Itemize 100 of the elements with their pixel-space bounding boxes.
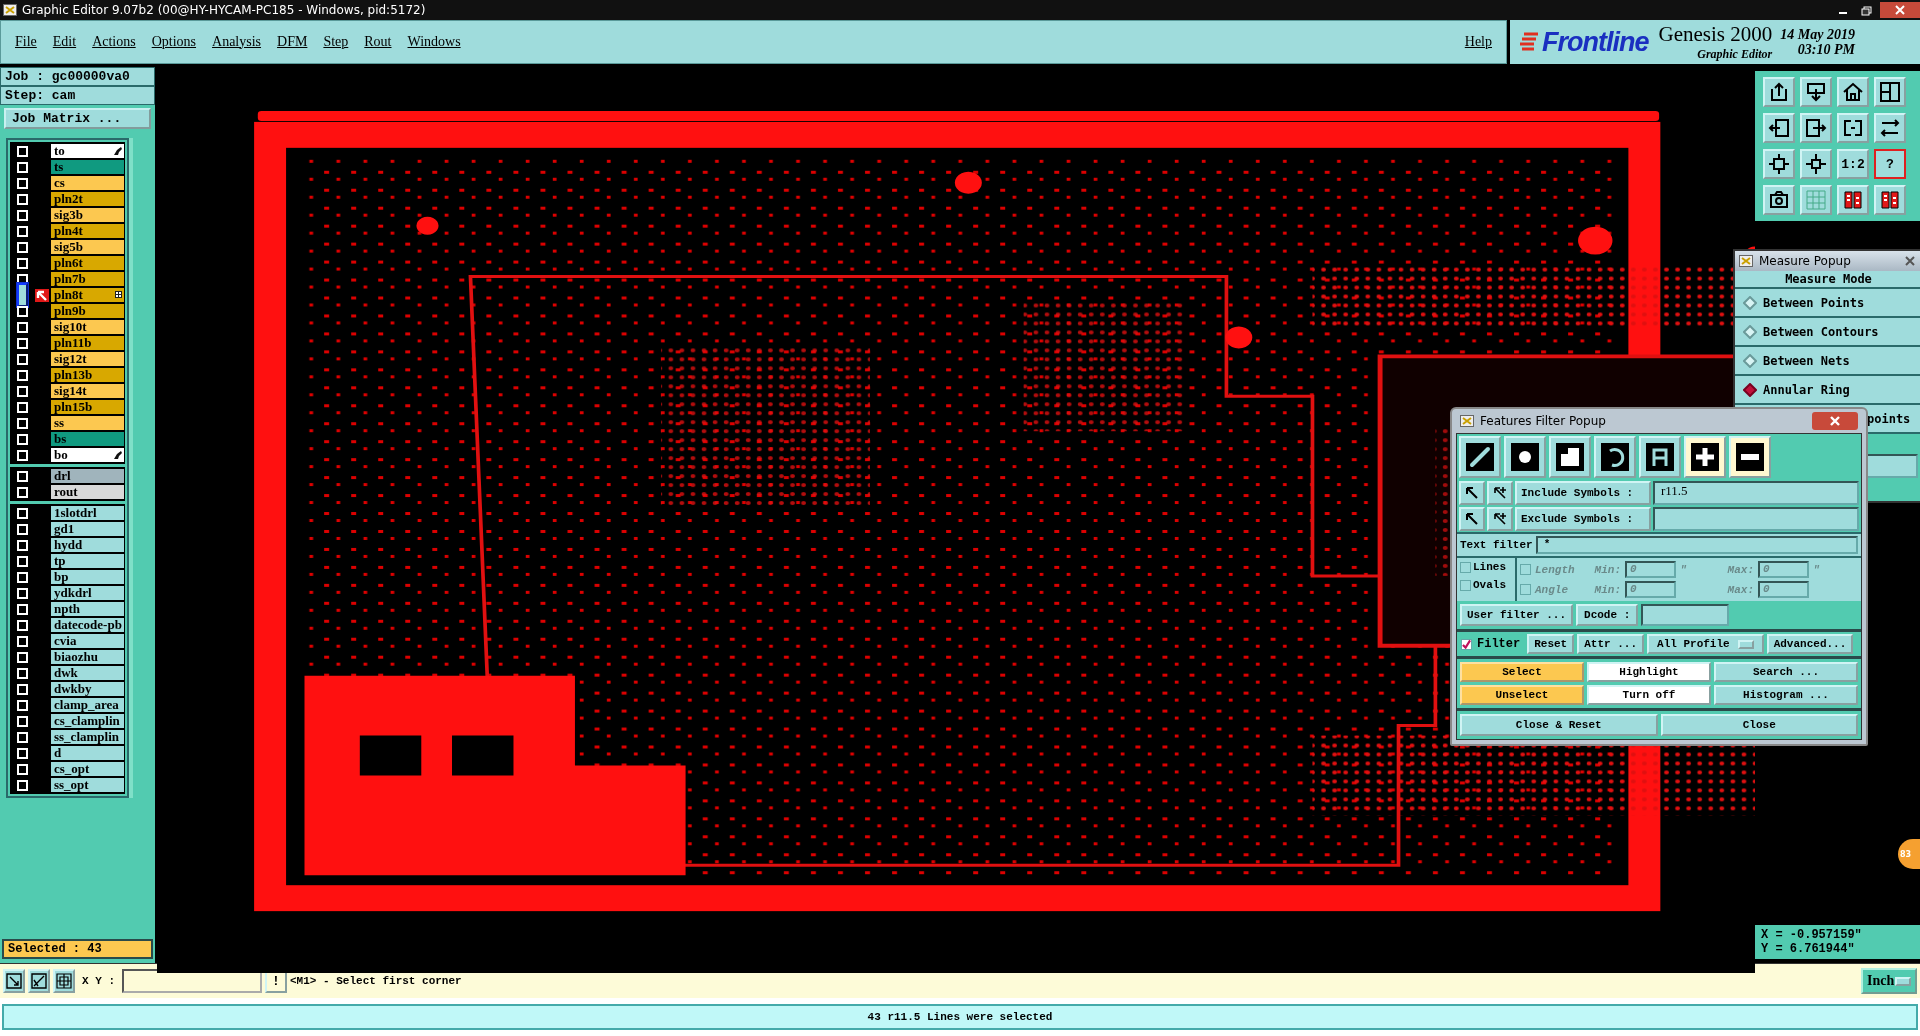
- toolbar-button[interactable]: [1800, 77, 1832, 107]
- tool-button[interactable]: [3, 969, 25, 993]
- layer-name[interactable]: ss_opt: [51, 777, 124, 793]
- ratio-button[interactable]: 1:2: [1837, 149, 1869, 179]
- feature-type-button[interactable]: [1639, 436, 1681, 478]
- menu-item[interactable]: Windows: [407, 34, 461, 50]
- measure-mode-option[interactable]: Between Nets: [1735, 347, 1920, 376]
- feature-type-button[interactable]: [1684, 436, 1726, 478]
- action-button[interactable]: Histogram ...: [1714, 685, 1858, 705]
- toolbar-button[interactable]: [1800, 149, 1832, 179]
- layer-name[interactable]: ss_clamplin: [51, 729, 124, 745]
- help-button[interactable]: ?: [1874, 149, 1906, 179]
- layer-name[interactable]: gd1: [51, 521, 124, 537]
- job-matrix-button[interactable]: Job Matrix ...: [4, 108, 151, 129]
- layer-name[interactable]: cs: [51, 175, 124, 191]
- help-menu[interactable]: Help: [1464, 34, 1492, 50]
- toolbar-button[interactable]: [1874, 185, 1906, 215]
- dcode-field[interactable]: [1641, 604, 1730, 626]
- pick-add-button[interactable]: [1487, 507, 1513, 531]
- layer-name[interactable]: cvia: [51, 633, 124, 649]
- layer-name[interactable]: sig3b: [51, 207, 124, 223]
- checkbox[interactable]: [1460, 579, 1471, 591]
- layer-name[interactable]: dwk: [51, 665, 124, 681]
- menu-item[interactable]: Step: [323, 34, 349, 50]
- action-button[interactable]: Highlight: [1587, 662, 1711, 682]
- layer-name[interactable]: pln15b: [51, 399, 124, 415]
- layer-name[interactable]: cs_clamplin: [51, 713, 124, 729]
- layer-name[interactable]: sig5b: [51, 239, 124, 255]
- checkbox[interactable]: [1461, 638, 1472, 650]
- menu-item[interactable]: Rout: [364, 34, 392, 50]
- layer-name[interactable]: ts: [51, 159, 124, 175]
- layer-name[interactable]: ss: [51, 415, 124, 431]
- feature-type-button[interactable]: [1459, 436, 1501, 478]
- action-button[interactable]: Turn off: [1587, 685, 1711, 705]
- layer-name[interactable]: pln9b: [51, 303, 124, 319]
- layer-name[interactable]: ydkdrl: [51, 585, 124, 601]
- menu-item[interactable]: DFM: [277, 34, 308, 50]
- layer-name[interactable]: bp: [51, 569, 124, 585]
- layer-name[interactable]: pln8t: [51, 287, 124, 303]
- layer-name[interactable]: sig12t: [51, 351, 124, 367]
- user-filter-button[interactable]: User filter ...: [1460, 604, 1574, 626]
- layer-name[interactable]: sig14t: [51, 383, 124, 399]
- attr-button[interactable]: Attr ...: [1577, 634, 1645, 654]
- measure-mode-option[interactable]: Annular Ring: [1735, 376, 1920, 405]
- measure-mode-option[interactable]: Between Points: [1735, 289, 1920, 318]
- menu-item[interactable]: Actions: [92, 34, 136, 50]
- units-dropdown[interactable]: Inch: [1861, 968, 1917, 994]
- tool-button[interactable]: [53, 969, 75, 993]
- measure-mode-option[interactable]: Between Contours: [1735, 318, 1920, 347]
- layer-name[interactable]: pln7b: [51, 271, 124, 287]
- layer-name[interactable]: datecode-pb: [51, 617, 124, 633]
- toolbar-button[interactable]: [1763, 185, 1795, 215]
- pick-button[interactable]: [1459, 481, 1485, 505]
- close-reset-button[interactable]: Close & Reset: [1460, 714, 1658, 736]
- include-symbols-field[interactable]: r11.5: [1653, 481, 1859, 505]
- layer-name[interactable]: sig10t: [51, 319, 124, 335]
- feature-type-button[interactable]: [1729, 436, 1771, 478]
- action-button[interactable]: Search ...: [1714, 662, 1858, 682]
- feature-type-button[interactable]: [1504, 436, 1546, 478]
- close-button[interactable]: Close: [1660, 714, 1858, 736]
- toolbar-button[interactable]: [1837, 113, 1869, 143]
- layer-name[interactable]: rout: [51, 484, 124, 500]
- menu-item[interactable]: File: [15, 34, 37, 50]
- tool-button[interactable]: [28, 969, 50, 993]
- exclude-symbols-field[interactable]: [1653, 507, 1859, 531]
- pick-button[interactable]: [1459, 507, 1485, 531]
- profile-dropdown[interactable]: All Profile: [1647, 634, 1764, 654]
- close-icon[interactable]: [1902, 255, 1918, 267]
- layer-name[interactable]: pln6t: [51, 255, 124, 271]
- toolbar-button[interactable]: [1874, 113, 1906, 143]
- layer-name[interactable]: pln2t: [51, 191, 124, 207]
- action-button[interactable]: Select: [1460, 662, 1584, 682]
- toolbar-button[interactable]: [1763, 113, 1795, 143]
- radio-diamond[interactable]: [1743, 295, 1757, 310]
- layer-name[interactable]: cs_opt: [51, 761, 124, 777]
- reset-button[interactable]: Reset: [1527, 634, 1575, 654]
- toolbar-button[interactable]: [1874, 77, 1906, 107]
- layer-name[interactable]: tp: [51, 553, 124, 569]
- text-filter-field[interactable]: *: [1535, 536, 1858, 554]
- menu-item[interactable]: Edit: [52, 34, 77, 50]
- layer-checkbox[interactable]: [17, 283, 28, 307]
- close-icon[interactable]: [1880, 2, 1920, 18]
- radio-diamond[interactable]: [1743, 382, 1757, 397]
- feature-type-button[interactable]: [1549, 436, 1591, 478]
- pick-add-button[interactable]: [1487, 481, 1513, 505]
- layer-name[interactable]: clamp_area: [51, 697, 124, 713]
- layer-name[interactable]: to: [51, 143, 124, 159]
- layer-name[interactable]: dwkby: [51, 681, 124, 697]
- layer-name[interactable]: npth: [51, 601, 124, 617]
- toolbar-button[interactable]: [1800, 113, 1832, 143]
- layer-name[interactable]: pln11b: [51, 335, 124, 351]
- layer-name[interactable]: bo: [51, 447, 124, 463]
- layer-name[interactable]: pln4t: [51, 223, 124, 239]
- layer-name[interactable]: d: [51, 745, 124, 761]
- action-button[interactable]: Unselect: [1460, 685, 1584, 705]
- menu-item[interactable]: Analysis: [212, 34, 262, 50]
- layer-name[interactable]: hydd: [51, 537, 124, 553]
- layer-name[interactable]: biaozhu: [51, 649, 124, 665]
- feature-type-button[interactable]: [1594, 436, 1636, 478]
- checkbox[interactable]: [1460, 561, 1471, 573]
